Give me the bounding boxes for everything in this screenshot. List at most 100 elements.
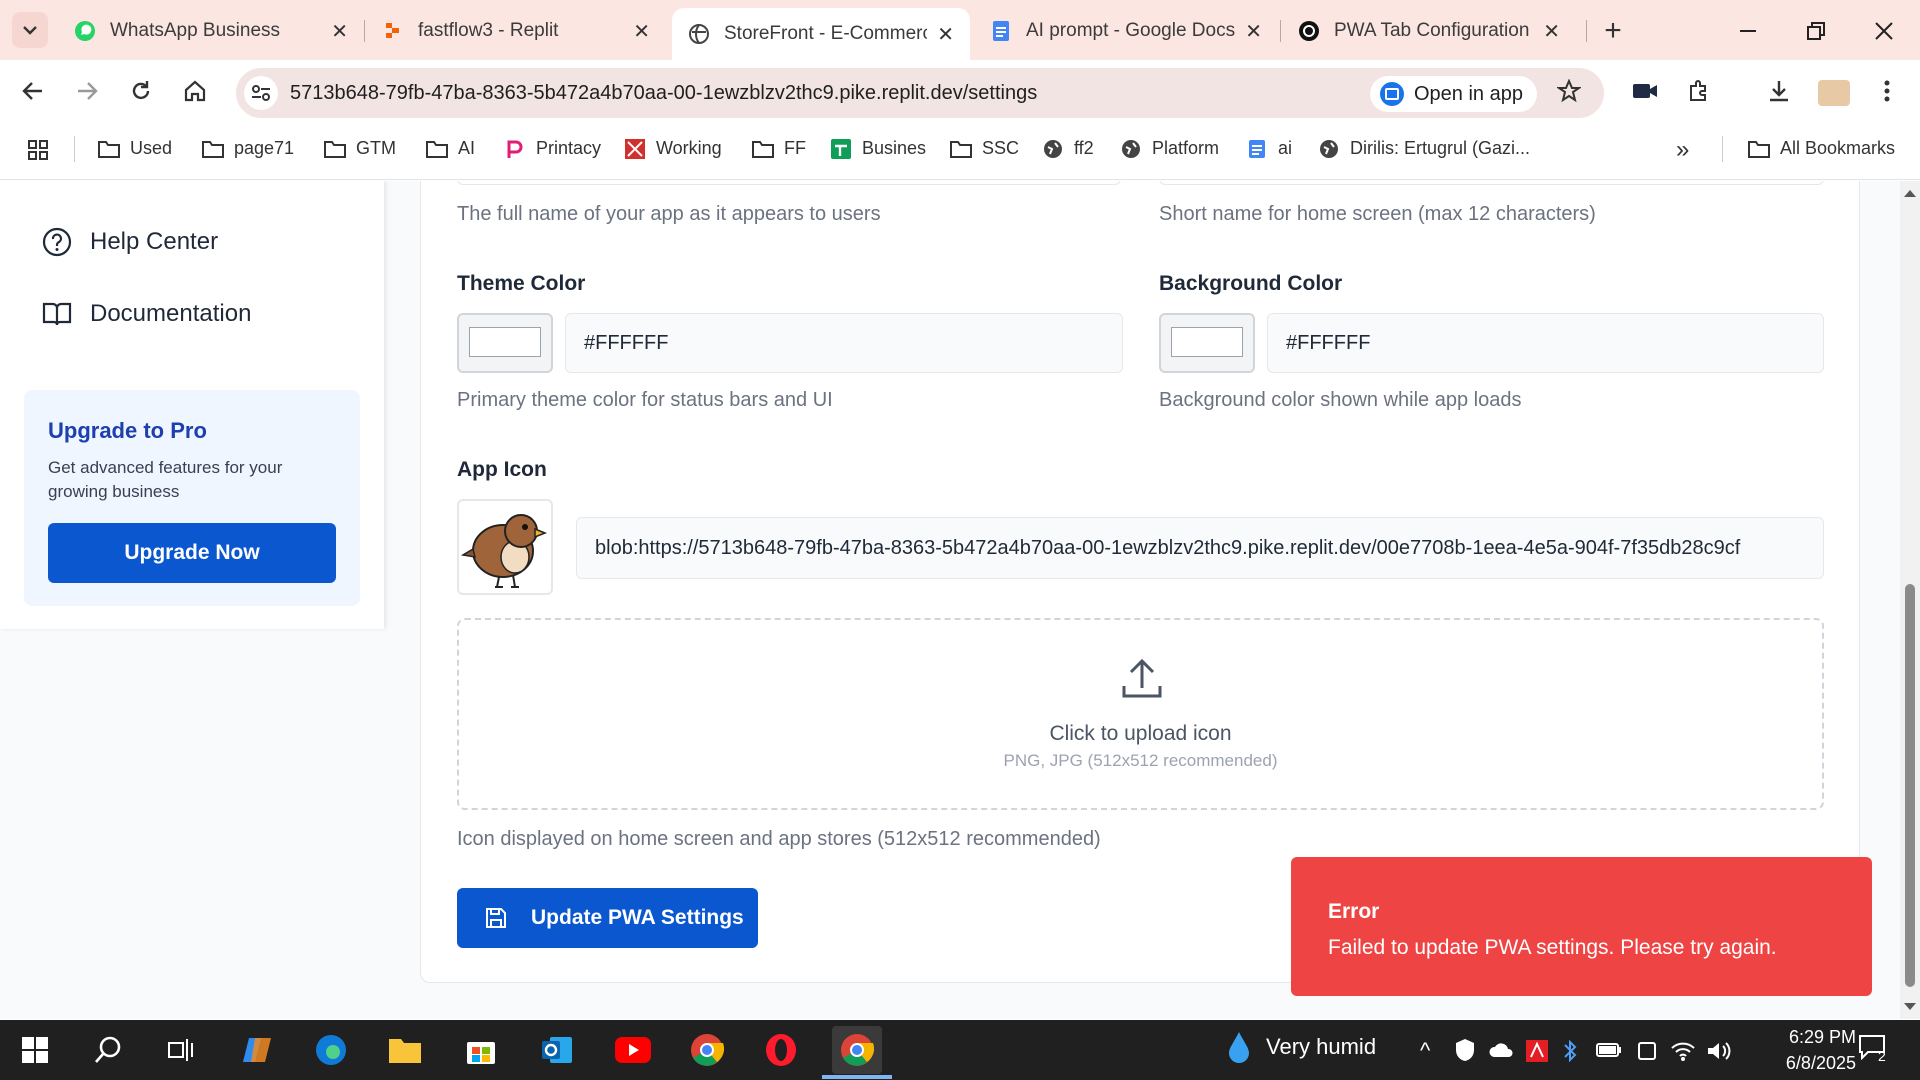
folder-icon: [98, 139, 120, 159]
close-icon[interactable]: ✕: [633, 19, 650, 44]
sidebar-item-help-center[interactable]: Help Center: [42, 227, 218, 257]
bookmark-gtm[interactable]: GTM: [324, 138, 396, 159]
more-bookmarks-button[interactable]: »: [1676, 136, 1689, 164]
wifi-icon[interactable]: [1670, 1040, 1696, 1062]
task-view-icon: [168, 1039, 193, 1061]
all-bookmarks[interactable]: All Bookmarks: [1748, 138, 1895, 159]
folder-icon: [202, 139, 224, 159]
background-color-input[interactable]: #FFFFFF: [1267, 313, 1824, 373]
start-button[interactable]: [10, 1026, 60, 1074]
bookmark-working[interactable]: Working: [624, 138, 722, 159]
tray-overflow-icon[interactable]: ^: [1420, 1038, 1430, 1064]
battery-icon[interactable]: [1596, 1042, 1622, 1058]
bookmark-ai-doc[interactable]: ai: [1246, 138, 1292, 159]
apps-grid-icon[interactable]: [28, 140, 48, 160]
youtube-app[interactable]: [608, 1026, 658, 1074]
tab-replit[interactable]: fastflow3 - Replit ✕: [366, 8, 666, 54]
close-icon[interactable]: ✕: [1245, 19, 1262, 44]
upload-title: Click to upload icon: [1049, 722, 1232, 745]
site-info-icon[interactable]: [244, 76, 278, 110]
outlook-app[interactable]: [532, 1026, 582, 1074]
tab-google-docs[interactable]: AI prompt - Google Docs ✕: [974, 8, 1278, 54]
bluetooth-icon[interactable]: [1562, 1038, 1578, 1064]
opera-app[interactable]: [756, 1026, 806, 1074]
bookmark-used[interactable]: Used: [98, 138, 172, 159]
globe-icon: [1120, 139, 1142, 159]
restore-button[interactable]: [1794, 14, 1838, 48]
bookmark-label: Platform: [1152, 138, 1220, 158]
volume-icon[interactable]: [1706, 1040, 1732, 1062]
folder-icon: [426, 139, 448, 159]
icon-upload-dropzone[interactable]: Click to upload icon PNG, JPG (512x512 r…: [457, 618, 1824, 810]
forward-button[interactable]: [70, 74, 104, 108]
open-in-app-button[interactable]: Open in app: [1370, 76, 1537, 112]
edge-app[interactable]: [306, 1026, 356, 1074]
back-button[interactable]: [16, 74, 50, 108]
home-icon: [184, 80, 206, 102]
downloads-button[interactable]: [1762, 74, 1796, 108]
promo-title: Upgrade to Pro: [48, 418, 207, 443]
adobe-icon[interactable]: [1526, 1040, 1548, 1062]
app-icon-help: Icon displayed on home screen and app st…: [457, 828, 1101, 850]
file-explorer-app[interactable]: [380, 1026, 430, 1074]
bookmark-ssc[interactable]: SSC: [950, 138, 1019, 159]
reload-button[interactable]: [124, 74, 158, 108]
close-icon[interactable]: ✕: [1543, 19, 1560, 44]
bookmark-dirilis[interactable]: Dirilis: Ertugrul (Gazi...: [1318, 138, 1530, 159]
extensions-button[interactable]: [1682, 74, 1716, 108]
meet-now-icon[interactable]: [1636, 1040, 1658, 1062]
replit-icon: [382, 20, 404, 42]
notifications-button[interactable]: 2: [1858, 1034, 1898, 1068]
app-icon-url-input[interactable]: blob:https://5713b648-79fb-47ba-8363-5b4…: [576, 517, 1824, 579]
security-icon[interactable]: [1454, 1038, 1476, 1062]
bookmark-page71[interactable]: page71: [202, 138, 294, 159]
promo-description: Get advanced features for your growing b…: [48, 458, 283, 501]
tab-pwa-config[interactable]: PWA Tab Configuration ✕: [1282, 8, 1576, 54]
bookmark-ff[interactable]: FF: [752, 138, 806, 159]
bookmark-ai-folder[interactable]: AI: [426, 138, 475, 159]
tab-whatsapp[interactable]: WhatsApp Business ✕: [58, 8, 364, 54]
close-icon[interactable]: ✕: [937, 22, 954, 47]
error-toast[interactable]: Error Failed to update PWA settings. Ple…: [1291, 857, 1872, 996]
url-text[interactable]: 5713b648-79fb-47ba-8363-5b472a4b70aa-00-…: [290, 82, 1037, 105]
menu-button[interactable]: [1870, 74, 1904, 108]
upgrade-now-button[interactable]: Upgrade Now: [48, 523, 336, 583]
bookmark-platform[interactable]: Platform: [1120, 138, 1219, 159]
close-window-button[interactable]: [1862, 14, 1906, 48]
copilot-app[interactable]: [232, 1026, 282, 1074]
page-content: Help Center Documentation Upgrade to Pro…: [0, 181, 1920, 1019]
bookmark-busines[interactable]: Busines: [830, 138, 926, 159]
bookmark-label: ff2: [1074, 138, 1094, 158]
bookmark-label: Used: [130, 138, 173, 158]
clock[interactable]: 6:29 PM 6/8/2025: [1756, 1024, 1856, 1076]
store-icon: [467, 1042, 495, 1064]
scrollbar-thumb[interactable]: [1905, 584, 1915, 987]
bookmark-star-button[interactable]: [1552, 74, 1586, 108]
camera-button[interactable]: [1628, 74, 1662, 108]
weather-widget[interactable]: Very humid: [1226, 1030, 1376, 1064]
background-color-picker[interactable]: [1159, 313, 1255, 373]
home-button[interactable]: [178, 74, 212, 108]
new-tab-button[interactable]: +: [1596, 14, 1630, 48]
chrome-app[interactable]: [682, 1026, 732, 1074]
close-icon[interactable]: ✕: [331, 19, 348, 44]
taskbar-search-button[interactable]: [84, 1026, 134, 1074]
task-view-button[interactable]: [156, 1026, 206, 1074]
onedrive-icon[interactable]: [1488, 1042, 1514, 1058]
theme-color-input[interactable]: #FFFFFF: [565, 313, 1123, 373]
save-icon: [486, 908, 506, 928]
bookmark-ff2[interactable]: ff2: [1042, 138, 1094, 159]
theme-color-picker[interactable]: [457, 313, 553, 373]
more-vertical-icon: [1884, 80, 1890, 102]
store-app[interactable]: [456, 1026, 506, 1074]
profile-avatar[interactable]: [1818, 80, 1850, 106]
sidebar-item-documentation[interactable]: Documentation: [42, 299, 251, 329]
app-name-input-edge[interactable]: [457, 181, 1121, 185]
minimize-button[interactable]: [1726, 14, 1770, 48]
bookmark-printacy[interactable]: Printacy: [504, 138, 601, 159]
tab-storefront[interactable]: StoreFront - E-Commerce ✕: [672, 8, 970, 60]
tab-search-button[interactable]: [12, 12, 48, 48]
chrome-profile-app[interactable]: [832, 1026, 882, 1074]
update-pwa-settings-button[interactable]: Update PWA Settings: [457, 888, 758, 948]
short-name-input-edge[interactable]: [1159, 181, 1824, 185]
